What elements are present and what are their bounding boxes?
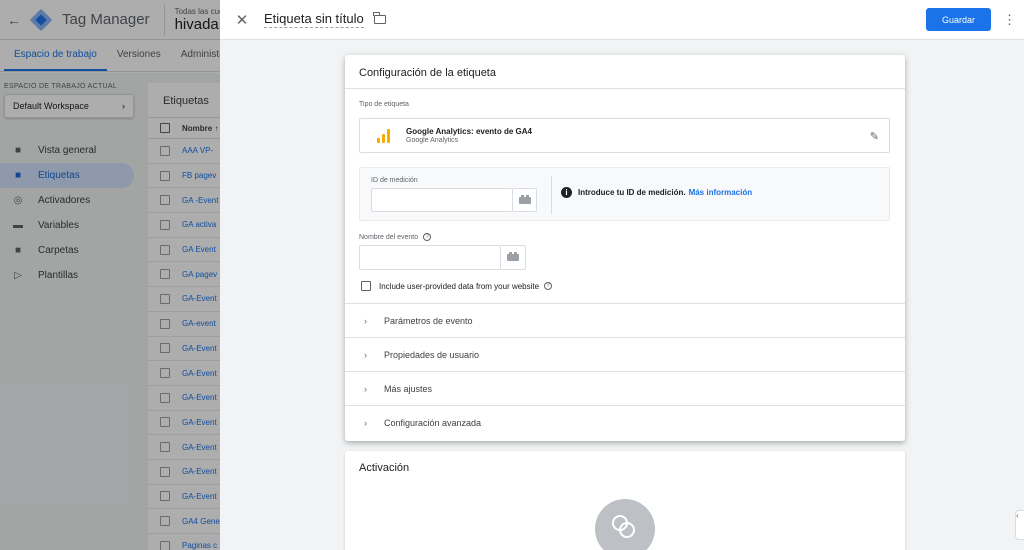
tag-type-label: Tipo de etiqueta xyxy=(359,101,409,108)
section-event-parameters[interactable]: › Parámetros de evento xyxy=(345,303,905,337)
section-label: Más ajustes xyxy=(384,383,433,394)
modal-scrim[interactable] xyxy=(0,0,220,550)
variable-picker-button[interactable] xyxy=(513,188,537,212)
user-data-label: Include user-provided data from your web… xyxy=(379,281,540,291)
variable-brick-icon xyxy=(519,195,531,204)
help-icon[interactable]: ? xyxy=(544,282,553,290)
chevron-right-icon: › xyxy=(364,417,367,428)
more-vert-icon[interactable]: ⋮ xyxy=(1003,10,1016,30)
side-panel-toggle[interactable]: ‹ xyxy=(1015,510,1024,540)
pencil-icon[interactable]: ✎ xyxy=(870,130,879,143)
chevron-left-icon: ‹ xyxy=(1016,511,1019,520)
triggering-card[interactable]: Activación xyxy=(345,451,905,550)
section-label: Parámetros de evento xyxy=(384,315,473,326)
user-data-option[interactable]: Include user-provided data from your web… xyxy=(361,281,553,291)
measurement-id-label: ID de medición xyxy=(371,177,418,184)
tag-configuration-card: Configuración de la etiqueta Tipo de eti… xyxy=(345,55,905,441)
section-label: Configuración avanzada xyxy=(384,417,482,428)
measurement-info: i Introduce tu ID de medición. Más infor… xyxy=(561,187,752,198)
section-more-settings[interactable]: › Más ajustes xyxy=(345,371,905,405)
more-info-link[interactable]: Más información xyxy=(689,188,753,197)
save-button[interactable]: Guardar xyxy=(926,8,991,31)
variable-brick-icon xyxy=(507,252,519,261)
editor-header: ✕ Etiqueta sin título Guardar ⋮ xyxy=(220,0,1024,40)
folder-icon[interactable] xyxy=(373,12,386,24)
section-advanced-settings[interactable]: › Configuración avanzada xyxy=(345,405,905,439)
tag-type-text: Google Analytics: evento de GA4 Google A… xyxy=(406,127,532,144)
triggering-title: Activación xyxy=(359,462,410,474)
tag-title[interactable]: Etiqueta sin título xyxy=(264,11,364,28)
section-user-properties[interactable]: › Propiedades de usuario xyxy=(345,337,905,371)
measurement-info-text: Introduce tu ID de medición. xyxy=(578,188,686,197)
measurement-id-box: ID de medición i Introduce tu ID de medi… xyxy=(359,167,890,221)
section-label: Propiedades de usuario xyxy=(384,349,480,360)
tag-configuration-title: Configuración de la etiqueta xyxy=(345,55,905,89)
tag-type-subtitle: Google Analytics xyxy=(406,137,459,144)
chevron-right-icon: › xyxy=(364,383,367,394)
chevron-right-icon: › xyxy=(364,349,367,360)
event-name-label: Nombre del evento ? xyxy=(359,233,432,241)
chevron-right-icon: › xyxy=(364,315,367,326)
tag-type-name: Google Analytics: evento de GA4 xyxy=(406,127,532,136)
tag-type-selector[interactable]: Google Analytics: evento de GA4 Google A… xyxy=(359,118,890,153)
info-icon: i xyxy=(561,187,572,198)
close-icon[interactable]: ✕ xyxy=(222,11,262,29)
event-name-label-text: Nombre del evento xyxy=(359,233,419,241)
help-icon[interactable]: ? xyxy=(423,233,432,241)
event-name-input[interactable] xyxy=(359,245,501,270)
tag-editor-panel: ✕ Etiqueta sin título Guardar ⋮ Configur… xyxy=(220,0,1024,550)
divider xyxy=(551,176,552,214)
variable-picker-button[interactable] xyxy=(501,245,526,270)
measurement-id-input[interactable] xyxy=(371,188,513,212)
google-analytics-icon xyxy=(377,128,391,143)
user-data-checkbox[interactable] xyxy=(361,281,371,291)
trigger-placeholder-icon[interactable] xyxy=(595,499,655,550)
